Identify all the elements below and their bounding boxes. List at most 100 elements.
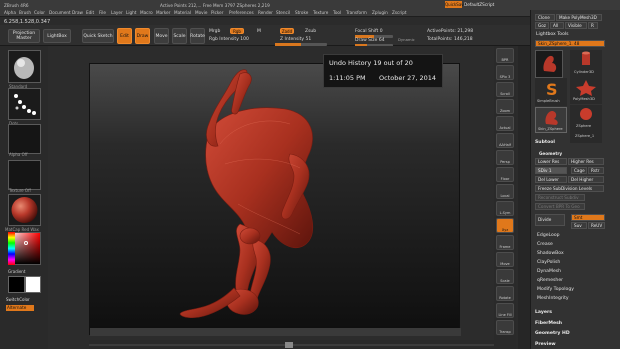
rotate-button[interactable]: Rotate [190, 28, 205, 44]
gradient-label[interactable]: Gradient [8, 269, 25, 274]
divide-button[interactable]: Divide [535, 214, 565, 226]
clone-button[interactable]: Clone [535, 14, 555, 21]
menu-layer[interactable]: Layer [111, 10, 123, 15]
tool-thumb-zsphere-skin[interactable] [535, 50, 563, 78]
make-polymesh-button[interactable]: Make PolyMesh3D [556, 14, 602, 21]
secondary-color-swatch[interactable] [25, 276, 41, 293]
menu-preferences[interactable]: Preferences [229, 10, 254, 15]
undo-history-bar[interactable] [89, 340, 494, 349]
cage-button[interactable]: Cage [571, 167, 587, 174]
lsym-button[interactable]: L.Sym [496, 201, 514, 216]
menu-light[interactable]: Light [126, 10, 136, 15]
tool-thumb-simplebrush[interactable]: S SimpleBrush [535, 78, 567, 106]
draw-size-slider[interactable]: Draw Size 64 [355, 38, 385, 43]
tool-thumb-zsphere[interactable]: ZSphere [570, 105, 602, 131]
tool-thumb-zsphere-1[interactable]: ZSphere_1 [570, 131, 602, 143]
projection-master-button[interactable]: Projection Master [8, 29, 40, 43]
menu-zscript[interactable]: Zscript [392, 10, 407, 15]
r-button[interactable]: R [588, 22, 598, 29]
crease-menu[interactable]: Crease [537, 242, 553, 247]
hue-strip[interactable] [8, 232, 15, 265]
sdiv-slider[interactable]: SDiv 1 [535, 167, 567, 174]
qremesher-menu[interactable]: qRemesher [537, 278, 563, 283]
rotate-view-button[interactable]: Rotate [496, 286, 514, 301]
menu-material[interactable]: Material [174, 10, 191, 15]
reconstruct-subdiv-button[interactable]: Reconstruct Subdiv [535, 194, 585, 201]
transp-button[interactable]: Transp [496, 320, 514, 335]
scale-button[interactable]: Scale [172, 28, 187, 44]
menu-picker[interactable]: Picker [211, 10, 223, 15]
lightbox-button[interactable]: LightBox [43, 29, 71, 43]
lightbox-tools-label[interactable]: Lightbox Tools [536, 32, 569, 37]
reuv-button[interactable]: ReUV [588, 222, 605, 229]
suv-toggle[interactable]: Suv [571, 222, 587, 229]
dynamic-toggle[interactable]: Dynamic [398, 37, 415, 42]
brush-thumbnail[interactable] [8, 50, 41, 83]
z-intensity-slider[interactable]: Z Intensity 51 [280, 37, 311, 42]
subtool-section[interactable]: Subtool [535, 140, 555, 145]
frame-button[interactable]: Frame [496, 235, 514, 250]
color-cursor[interactable] [24, 241, 28, 245]
document-canvas[interactable] [89, 63, 461, 336]
all-button[interactable]: All [550, 22, 564, 29]
local-button[interactable]: Local [496, 184, 514, 199]
claypolish-menu[interactable]: ClayPolish [537, 260, 560, 265]
mrgb-toggle[interactable]: Mrgb [209, 29, 220, 34]
visible-button[interactable]: Visible [565, 22, 587, 29]
texture-thumbnail[interactable] [8, 160, 41, 190]
menu-render[interactable]: Render [258, 10, 273, 15]
xyz-button[interactable]: Xyz [496, 218, 514, 233]
geometry-hd-section[interactable]: Geometry HD [535, 331, 570, 336]
goz-button[interactable]: Goz [535, 22, 549, 29]
scale-view-button[interactable]: Scale [496, 269, 514, 284]
bpr-button[interactable]: BPR [496, 48, 514, 63]
sculpt-model[interactable] [90, 64, 461, 336]
meshintegrity-menu[interactable]: MeshIntegrity [537, 296, 569, 301]
menu-draw[interactable]: Draw [72, 10, 83, 15]
menu-alpha[interactable]: Alpha [4, 10, 16, 15]
edgeloop-menu[interactable]: EdgeLoop [537, 233, 560, 238]
menu-file[interactable]: File [99, 10, 106, 15]
menu-zplugin[interactable]: Zplugin [372, 10, 388, 15]
panel-scroll-strip[interactable] [518, 46, 530, 349]
quicksave-button[interactable]: QuickSave [445, 1, 466, 8]
rstr-button[interactable]: Rstr [588, 167, 604, 174]
floor-button[interactable]: Floor [496, 167, 514, 182]
draw-button[interactable]: Draw [135, 28, 150, 44]
preview-section[interactable]: Preview [535, 342, 556, 347]
alpha-thumbnail[interactable] [8, 124, 41, 154]
menu-edit[interactable]: Edit [86, 10, 94, 15]
actual-button[interactable]: Actual [496, 116, 514, 131]
spix-button[interactable]: SPix 3 [496, 65, 514, 80]
undo-marker[interactable] [285, 342, 293, 348]
zsub-toggle[interactable]: Zsub [305, 29, 316, 34]
del-higher-button[interactable]: Del Higher [568, 176, 604, 183]
aahalf-button[interactable]: AAHalf [496, 133, 514, 148]
zadd-toggle[interactable]: Zadd [280, 28, 294, 34]
color-picker[interactable] [8, 232, 41, 265]
lower-res-button[interactable]: Lower Res [535, 158, 567, 165]
menu-stencil[interactable]: Stencil [276, 10, 290, 15]
default-zscript[interactable]: DefaultZScript [464, 2, 494, 7]
rgb-intensity-slider[interactable]: Rgb Intensity 100 [209, 37, 249, 42]
higher-res-button[interactable]: Higher Res [568, 158, 604, 165]
edit-button[interactable]: Edit [117, 28, 132, 44]
del-lower-button[interactable]: Del Lower [535, 176, 567, 183]
tool-thumb-cylinder[interactable]: Cylinder3D [570, 50, 602, 78]
persp-button[interactable]: Persp [496, 150, 514, 165]
menu-transform[interactable]: Transform [346, 10, 367, 15]
menu-stroke[interactable]: Stroke [295, 10, 308, 15]
rgb-toggle[interactable]: Rgb [230, 28, 244, 34]
material-thumbnail[interactable] [8, 194, 41, 226]
focal-shift-slider[interactable]: Focal Shift 0 [355, 29, 383, 34]
shadowbox-menu[interactable]: ShadowBox [537, 251, 564, 256]
zoom-button[interactable]: Zoom [496, 99, 514, 114]
freeze-subdivision-button[interactable]: Freeze SubDivision Levels [535, 185, 604, 192]
smt-toggle[interactable]: Smt [571, 214, 605, 221]
stroke-thumbnail[interactable] [8, 88, 41, 120]
menu-movie[interactable]: Movie [195, 10, 207, 15]
m-toggle[interactable]: M [257, 29, 261, 34]
current-tool-slider[interactable]: Skin_ZSphere_1. 48 [535, 40, 605, 47]
menu-texture[interactable]: Texture [313, 10, 328, 15]
scroll-button[interactable]: Scroll [496, 82, 514, 97]
